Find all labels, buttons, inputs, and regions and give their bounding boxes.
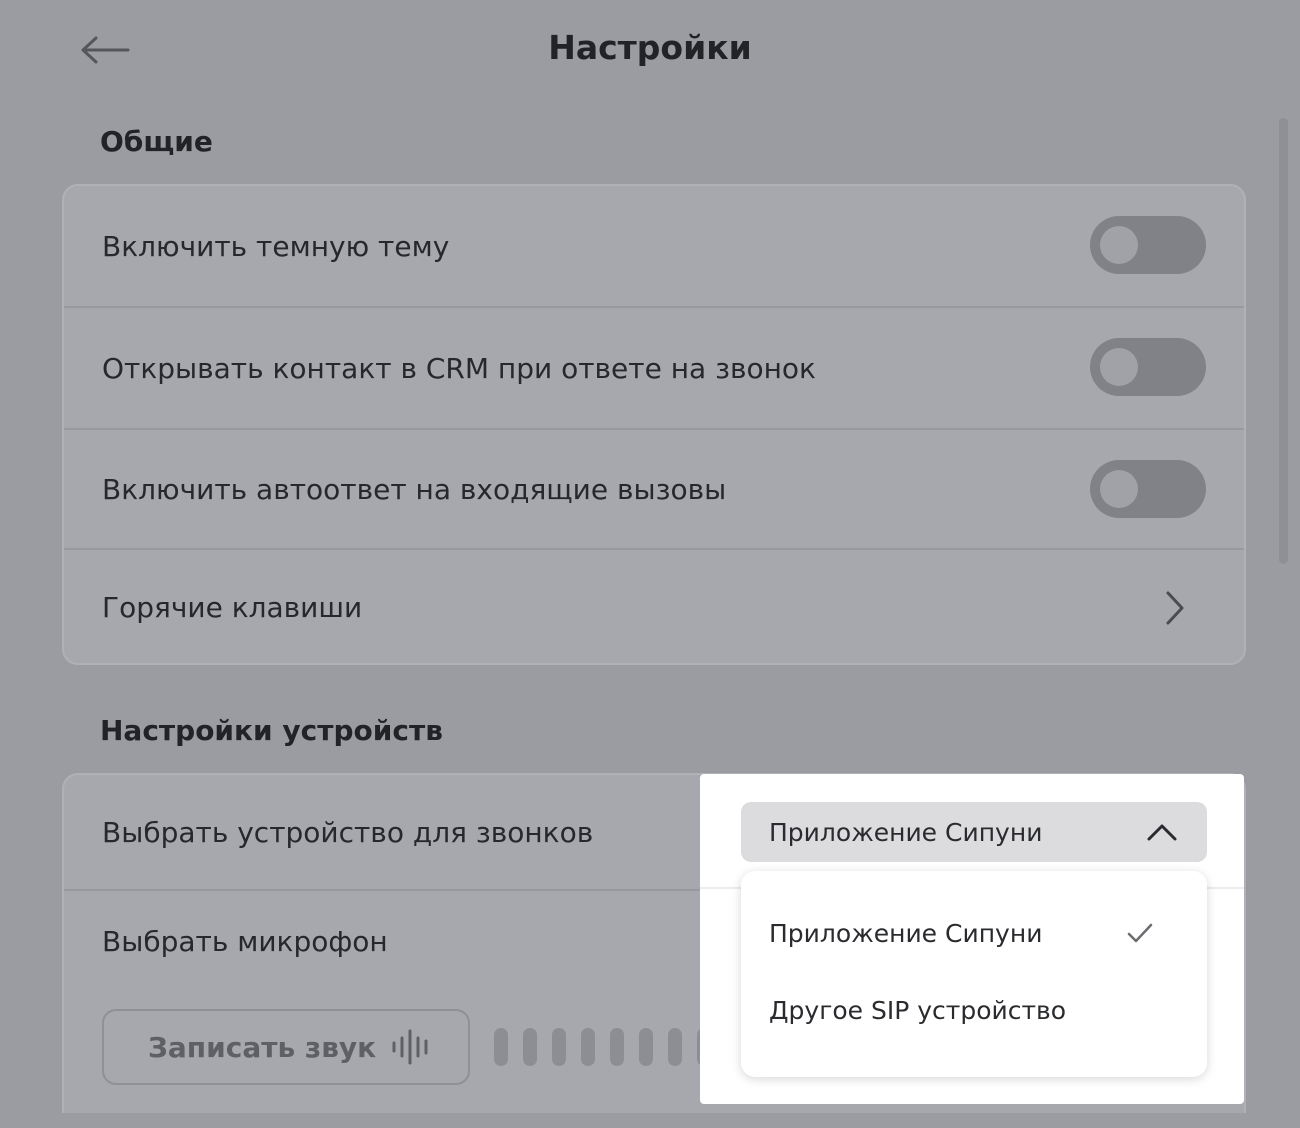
setting-label: Включить темную тему xyxy=(102,229,450,263)
setting-row-hotkeys[interactable]: Горячие клавиши xyxy=(64,550,1244,663)
level-bar xyxy=(552,1028,566,1066)
auto-answer-toggle[interactable] xyxy=(1090,460,1206,518)
toggle-knob xyxy=(1100,226,1138,264)
chevron-right-icon[interactable] xyxy=(1160,588,1190,628)
call-device-selected-value: Приложение Сипуни xyxy=(769,817,1043,847)
level-bar xyxy=(610,1028,624,1066)
chevron-up-icon xyxy=(1145,818,1179,846)
call-device-select[interactable]: Приложение Сипуни xyxy=(741,802,1207,862)
setting-label: Открывать контакт в CRM при ответе на зв… xyxy=(102,351,816,385)
open-crm-contact-toggle[interactable] xyxy=(1090,338,1206,396)
level-bar xyxy=(581,1028,595,1066)
page-title: Настройки xyxy=(548,28,752,67)
setting-row-open-crm-contact[interactable]: Открывать контакт в CRM при ответе на зв… xyxy=(64,308,1244,428)
toggle-knob xyxy=(1100,348,1138,386)
toggle-knob xyxy=(1100,470,1138,508)
record-sound-button[interactable]: Записать звук xyxy=(102,1009,470,1085)
menu-item-other-sip-device[interactable]: Другое SIP устройство xyxy=(741,978,1207,1042)
check-icon xyxy=(1125,919,1155,947)
section-title-devices: Настройки устройств xyxy=(100,714,443,747)
level-bar xyxy=(494,1028,508,1066)
dark-theme-toggle[interactable] xyxy=(1090,216,1206,274)
menu-item-sipuni-app[interactable]: Приложение Сипуни xyxy=(741,901,1207,965)
menu-item-label: Другое SIP устройство xyxy=(769,995,1067,1025)
menu-item-label: Приложение Сипуни xyxy=(769,918,1043,948)
level-bar xyxy=(639,1028,653,1066)
setting-label: Выбрать микрофон xyxy=(102,924,388,958)
level-bar xyxy=(523,1028,537,1066)
call-device-dropdown-highlight: Приложение Сипуни Приложение Сипуни Друг… xyxy=(700,774,1244,1104)
setting-label: Выбрать устройство для звонков xyxy=(102,815,594,849)
setting-label: Горячие клавиши xyxy=(102,591,363,624)
sound-wave-icon xyxy=(390,1029,436,1065)
setting-row-auto-answer[interactable]: Включить автоответ на входящие вызовы xyxy=(64,430,1244,548)
header: Настройки xyxy=(0,0,1300,100)
call-device-menu: Приложение Сипуни Другое SIP устройство xyxy=(741,871,1207,1077)
setting-row-dark-theme[interactable]: Включить темную тему xyxy=(64,186,1244,306)
record-sound-label: Записать звук xyxy=(148,1030,377,1064)
general-settings-card: Включить темную тему Открывать контакт в… xyxy=(62,184,1246,665)
scrollbar-thumb[interactable] xyxy=(1279,118,1288,564)
section-title-general: Общие xyxy=(100,125,213,158)
setting-label: Включить автоответ на входящие вызовы xyxy=(102,472,727,506)
settings-window: Настройки Общие Включить темную тему Отк… xyxy=(0,0,1300,1128)
level-bar xyxy=(668,1028,682,1066)
